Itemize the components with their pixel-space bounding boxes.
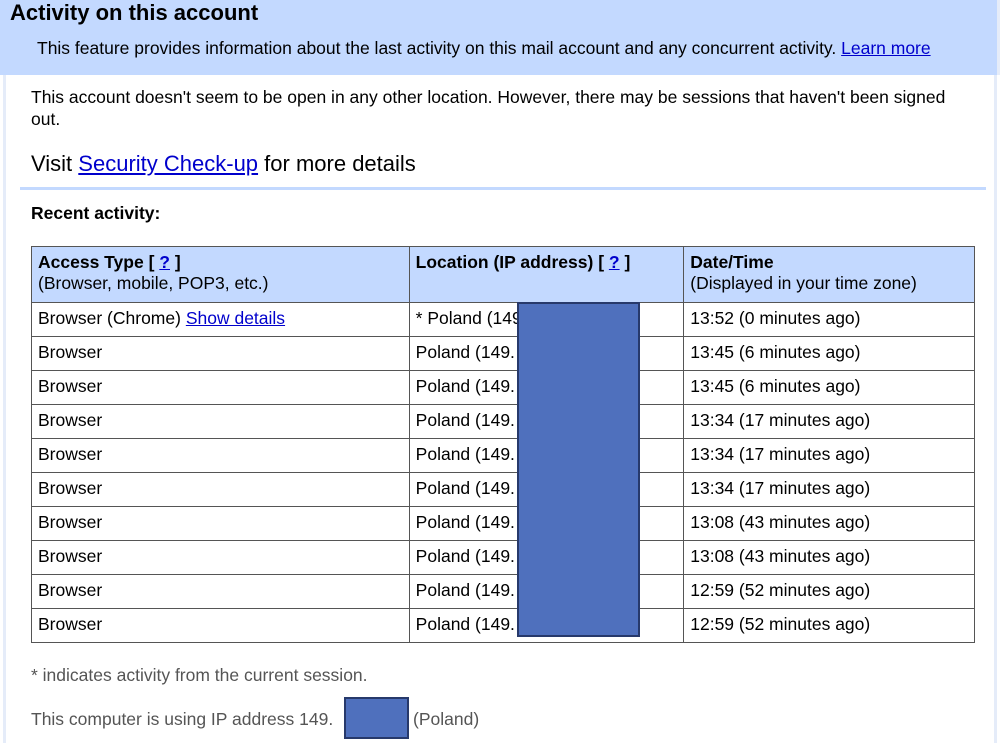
time-cell: 13:45 (6 minutes ago) [683,370,975,405]
table-row: Browser Poland (149. 13:34 (17 minutes a… [31,438,975,473]
access-cell: Browser [31,540,410,575]
current-ip-country: (Poland) [413,709,480,729]
access-type-title: Access Type [38,252,144,272]
table-row: Browser Poland (149. 13:34 (17 minutes a… [31,472,975,507]
current-ip-redaction [344,697,409,739]
table-row: Browser Poland (149. 13:08 (43 minutes a… [31,506,975,541]
access-cell: Browser [31,336,410,371]
column-header-date-time: Date/Time (Displayed in your time zone) [683,246,975,303]
access-cell: Browser [31,404,410,439]
security-checkup-link[interactable]: Security Check-up [78,151,258,176]
time-cell: 13:45 (6 minutes ago) [683,336,975,371]
security-checkup-line: Visit Security Check-up for more details [31,150,416,178]
table-row: Browser Poland (149. 13:45 (6 minutes ag… [31,336,975,371]
access-cell: Browser [31,506,410,541]
table-row: Browser Poland (149. 12:59 (52 minutes a… [31,574,975,609]
access-type: Browser (Chrome) [38,308,181,328]
ip-address-redaction [517,302,640,637]
time-cell: 13:08 (43 minutes ago) [683,506,975,541]
access-cell: Browser (Chrome) Show details [31,302,410,337]
visit-suffix: for more details [264,151,416,176]
table-row: Browser Poland (149. 12:59 (52 minutes a… [31,608,975,643]
intro-description: This feature provides information about … [37,38,837,58]
column-header-location: Location (IP address) [ ? ] [408,246,685,303]
table-row: Browser Poland (149. 13:34 (17 minutes a… [31,404,975,439]
access-type-help: [ ? ] [148,252,181,272]
location-help-link[interactable]: ? [609,252,620,272]
visit-prefix: Visit [31,151,73,176]
current-ip-line: This computer is using IP address 149. [31,709,334,729]
time-cell: 13:34 (17 minutes ago) [683,472,975,507]
time-cell: 13:08 (43 minutes ago) [683,540,975,575]
current-session-note: * indicates activity from the current se… [31,665,368,685]
session-status-message: This account doesn't seem to be open in … [31,87,946,129]
time-cell: 12:59 (52 minutes ago) [683,574,975,609]
recent-activity-heading: Recent activity: [31,203,161,223]
table-row: Browser Poland (149. 13:08 (43 minutes a… [31,540,975,575]
location-title: Location (IP address) [415,252,594,272]
learn-more-link[interactable]: Learn more [841,38,931,58]
date-time-title: Date/Time [690,252,774,272]
table-row: Browser (Chrome) Show details * Poland (… [31,302,975,337]
section-divider [20,187,986,190]
location-help: [ ? ] [598,252,631,272]
table-header-row: Access Type [ ? ] (Browser, mobile, POP3… [31,246,975,303]
access-cell: Browser [31,370,410,405]
table-row: Browser Poland (149. 13:45 (6 minutes ag… [31,370,975,405]
access-cell: Browser [31,438,410,473]
intro-text: This feature provides information about … [37,37,931,59]
column-header-access-type: Access Type [ ? ] (Browser, mobile, POP3… [31,246,410,303]
page-title: Activity on this account [10,0,259,25]
time-cell: 13:34 (17 minutes ago) [683,404,975,439]
activity-table: Access Type [ ? ] (Browser, mobile, POP3… [31,246,975,643]
time-cell: 12:59 (52 minutes ago) [683,608,975,643]
time-cell: 13:34 (17 minutes ago) [683,438,975,473]
access-type-help-link[interactable]: ? [159,252,170,272]
access-cell: Browser [31,574,410,609]
access-cell: Browser [31,608,410,643]
show-details-link[interactable]: Show details [186,308,285,328]
date-time-subtitle: (Displayed in your time zone) [690,273,917,293]
access-cell: Browser [31,472,410,507]
access-type-subtitle: (Browser, mobile, POP3, etc.) [38,273,269,293]
time-cell: 13:52 (0 minutes ago) [683,302,975,337]
